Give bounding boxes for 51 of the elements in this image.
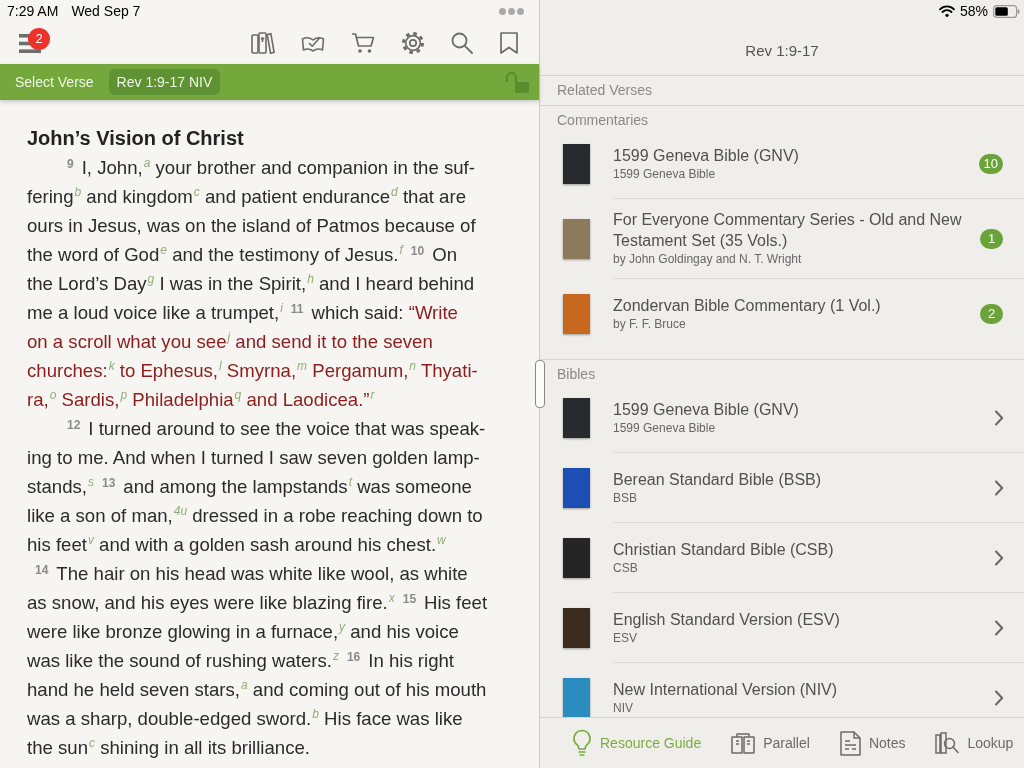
panel-tab[interactable]: Notes (839, 730, 906, 756)
resource-title[interactable]: English Standard Version (ESV) (613, 608, 973, 630)
resource-subtitle: 1599 Geneva Bible (613, 165, 717, 183)
count-badge: 1 (980, 228, 1003, 249)
battery-percentage: 58% (959, 3, 988, 19)
resource-title[interactable]: New International Version (NIV) (613, 679, 973, 700)
more-dots-icon[interactable] (499, 7, 524, 15)
cart-icon[interactable] (351, 32, 375, 54)
section-header: Bibles (556, 365, 597, 383)
lightbulb-icon (572, 729, 592, 757)
resource-title[interactable]: 1599 Geneva Bible (GNV) (613, 144, 973, 166)
scripture-paragraph: $^{14}$ The hair on his head was white like wool, as white as snow, and his eyes were like blazing fire.$^{x}$ $^{15}$ His feet were like bronze glowing in a furnace,$^{y}$ and his voice was like the sound of rushing waters.$^{z}$ $^{16}$ In his right hand he held seven stars,$^{a}$ and coming out of his mouth was a sharp, double-edged sword.$^{b}$ His face was like the sun$^{c}$ shining in all its brilliance. (27, 562, 489, 760)
resource-subtitle: by John Goldingay and N. T. Wright (613, 251, 803, 268)
document-icon (839, 730, 861, 756)
panel-title: Rev 1:9-17 (744, 40, 820, 61)
resource-title[interactable]: Berean Standard Bible (BSB) (613, 468, 973, 490)
resource-subtitle: 1599 Geneva Bible (613, 419, 717, 437)
chevron-right-icon[interactable] (994, 479, 1004, 496)
books-icon[interactable] (251, 32, 275, 54)
resource-subtitle: ESV (613, 629, 638, 647)
resource-title[interactable]: Zondervan Bible Commentary (1 Vol.) (613, 295, 973, 316)
split-view-handle[interactable] (535, 360, 545, 408)
count-badge: 2 (980, 304, 1003, 324)
resource-subtitle: by F. F. Bruce (613, 316, 687, 333)
books-magnifier-icon (935, 731, 960, 755)
chevron-right-icon[interactable] (994, 619, 1004, 636)
scripture-paragraph: $^{9}$ I, John,$^{a}$ your brother and companion in the suf- fering$^{b}$ and kingdom$^{c}$ and patient endurance$^{d}$ that are ours in Jesus, was on the island of Patmos because of the word of God$^{e}$ and the testimony of Jesus.$^{f}$ $^{10}$ On the Lord’s Day$^{g}$ I was in the Spirit,$^{h}$ and I heard behind me a loud voice like a trumpet,$^{i}$ $^{11}$ which said: “Write on a scroll what you see$^{j}$ and send it to the seven churches:$^{k}$ to Ephesus,$^{l}$ Smyrna,$^{m}$ Pergamum,$^{n}$ Thyati- ra,$^{o}$ Sardis,$^{p}$ Philadelphia$^{q}$ and Laodicea.”$^{r}$ (27, 155, 479, 412)
notification-badge: 2 (28, 27, 50, 50)
chevron-right-icon[interactable] (994, 690, 1004, 706)
resource-subtitle: NIV (613, 700, 634, 717)
section-heading: John’s Vision of Christ (27, 126, 245, 151)
panel-tab[interactable]: Parallel (731, 732, 810, 754)
chevron-right-icon[interactable] (994, 549, 1004, 566)
gear-icon[interactable] (401, 31, 425, 55)
status-date: Wed Sep 7 (71, 3, 141, 19)
open-book-icon (731, 732, 756, 754)
scripture-paragraph: $^{12}$ I turned around to see the voice that was speak- ing to me. And when I turned I saw seven golden lamp- stands,$^{s}$ $^{13}$ and among the lampstands$^{t}$ was someone like a son of man,$^{4u}$ dressed in a robe reaching down to his feet$^{v}$ and with a golden sash around his chest.$^{w}$ (27, 417, 487, 557)
battery-icon (993, 4, 1020, 18)
chevron-right-icon[interactable] (994, 409, 1004, 426)
count-badge: 10 (978, 153, 1003, 174)
panel-tab[interactable]: Lookup (935, 731, 1014, 755)
resource-title[interactable]: 1599 Geneva Bible (GNV) (613, 398, 973, 420)
resource-title[interactable]: For Everyone Commentary Series - Old and New Testament Set (35 Vols.) (613, 209, 973, 251)
wifi-icon (938, 5, 955, 17)
section-header: Commentaries (556, 111, 650, 129)
search-icon[interactable] (451, 32, 473, 54)
resource-subtitle: CSB (613, 559, 639, 577)
status-time: 7:29 AM (7, 3, 59, 19)
bookmark-icon[interactable] (499, 32, 519, 54)
resource-subtitle: BSB (613, 489, 638, 507)
resource-title[interactable]: Christian Standard Bible (CSB) (613, 538, 973, 560)
